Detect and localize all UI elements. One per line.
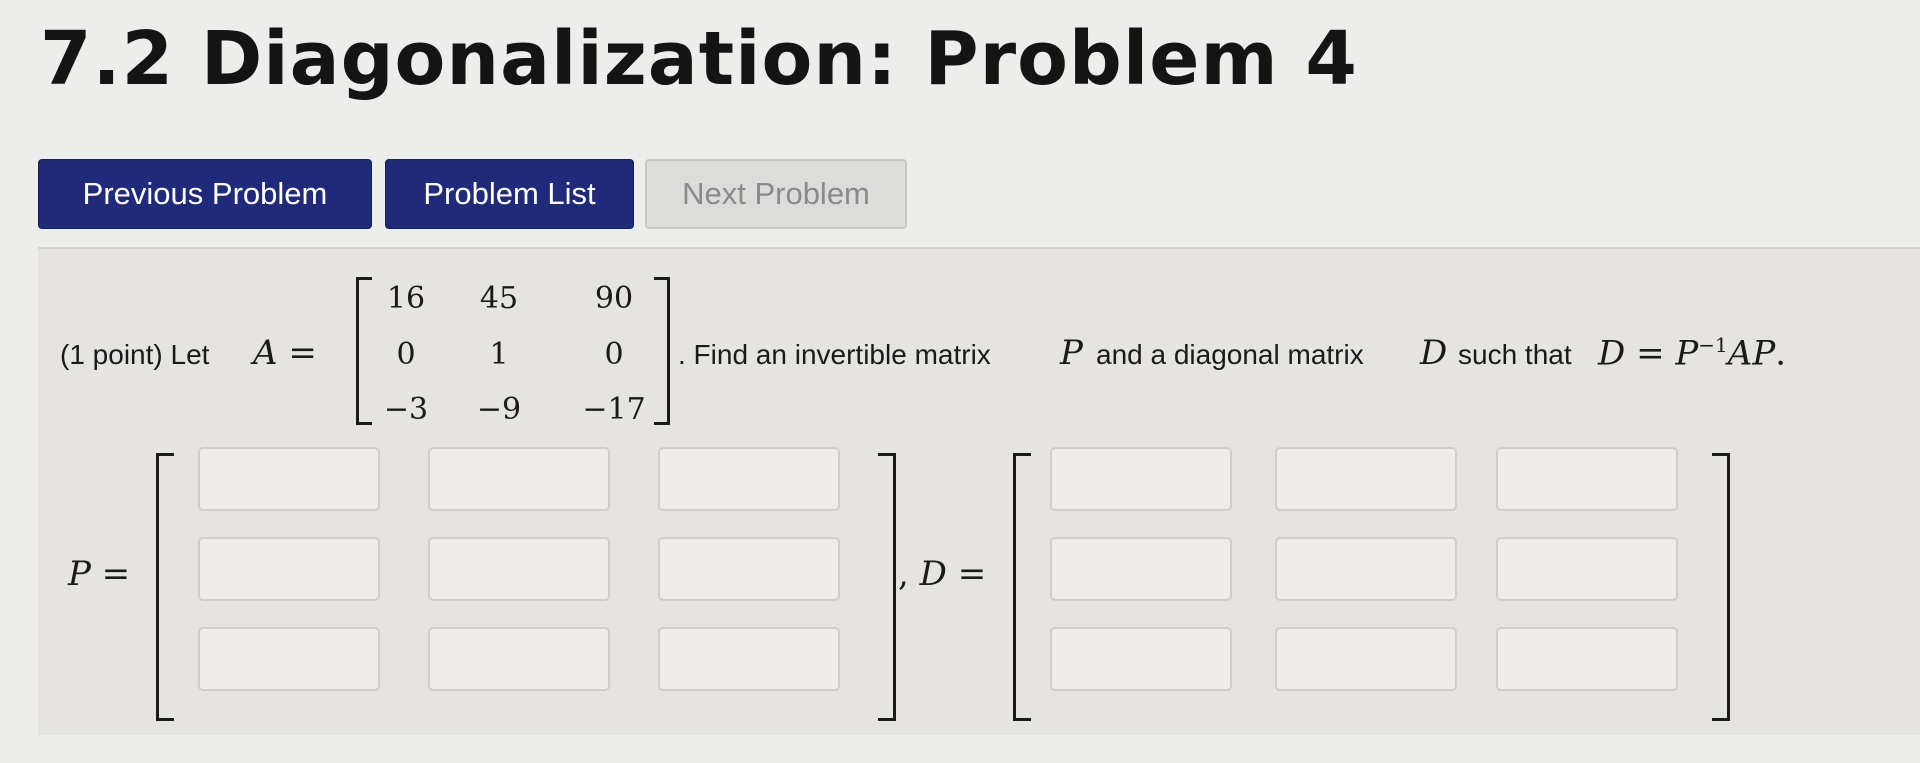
d-answer-input[interactable] <box>1050 627 1232 691</box>
next-problem-button[interactable]: Next Problem <box>645 159 907 229</box>
p-answer-input[interactable] <box>428 447 610 511</box>
d-answer-label: , D = <box>898 554 986 594</box>
d-answer-input[interactable] <box>1050 447 1232 511</box>
p-answer-input[interactable] <box>198 627 380 691</box>
answer-separator: , <box>898 554 909 594</box>
d-answer-input[interactable] <box>1275 447 1457 511</box>
var-p: P <box>1060 333 1083 373</box>
such-that-text: such that <box>1458 339 1572 370</box>
p-answer-label-text: P = <box>68 554 131 594</box>
equals-sign: = <box>288 333 317 373</box>
p-answer-input[interactable] <box>658 447 840 511</box>
matrix-a-label: A = <box>253 333 317 373</box>
matrix-a-cell: 0 <box>396 337 416 372</box>
p-answer-input[interactable] <box>428 627 610 691</box>
and-text: and a diagonal matrix <box>1096 339 1364 370</box>
page-title: 7.2 Diagonalization: Problem 4 <box>40 16 1358 102</box>
matrix-d-right-bracket <box>1712 453 1730 721</box>
d-answer-input[interactable] <box>1496 627 1678 691</box>
p-answer-input[interactable] <box>658 537 840 601</box>
d-answer-input[interactable] <box>1496 537 1678 601</box>
eq-equals: = <box>1636 333 1665 374</box>
matrix-a-cell: −3 <box>383 392 429 427</box>
p-answer-input[interactable] <box>428 537 610 601</box>
d-answer-input[interactable] <box>1496 447 1678 511</box>
p-answer-label: P = <box>68 554 130 594</box>
eq-d: D <box>1598 333 1626 374</box>
problem-panel: (1 point) Let A = 16 45 90 0 1 0 −3 −9 −… <box>38 247 1920 735</box>
matrix-a-cell: −9 <box>476 392 522 427</box>
d-answer-label-text: D = <box>919 554 987 594</box>
matrix-d-left-bracket <box>1013 453 1031 721</box>
p-answer-input[interactable] <box>198 537 380 601</box>
var-a: A <box>253 333 278 373</box>
d-answer-input[interactable] <box>1275 627 1457 691</box>
problem-statement: (1 point) Let A = 16 45 90 0 1 0 −3 −9 −… <box>38 249 1920 449</box>
eq-period: . <box>1775 333 1787 374</box>
find-text: . Find an invertible matrix <box>678 339 991 370</box>
points-label: (1 point) Let <box>60 339 210 370</box>
problem-list-button[interactable]: Problem List <box>385 159 634 229</box>
eq-inverse-exponent: −1 <box>1698 333 1728 357</box>
matrix-a-cell: 1 <box>489 337 509 372</box>
matrix-p-right-bracket <box>878 453 896 721</box>
matrix-a-cell: 45 <box>479 281 519 316</box>
matrix-a-cell: 90 <box>594 281 634 316</box>
var-d: D <box>1420 333 1448 373</box>
d-answer-input[interactable] <box>1050 537 1232 601</box>
previous-problem-button[interactable]: Previous Problem <box>38 159 372 229</box>
eq-ap: AP <box>1727 333 1776 374</box>
matrix-a-right-bracket <box>654 277 670 425</box>
d-answer-input[interactable] <box>1275 537 1457 601</box>
equation: D = P−1AP. <box>1598 333 1786 373</box>
matrix-a-cell: 16 <box>386 281 426 316</box>
matrix-p-left-bracket <box>156 453 174 721</box>
eq-p: P <box>1675 333 1699 374</box>
p-answer-input[interactable] <box>198 447 380 511</box>
p-answer-input[interactable] <box>658 627 840 691</box>
matrix-a-cell: 0 <box>604 337 624 372</box>
matrix-a-cell: −17 <box>582 392 646 427</box>
